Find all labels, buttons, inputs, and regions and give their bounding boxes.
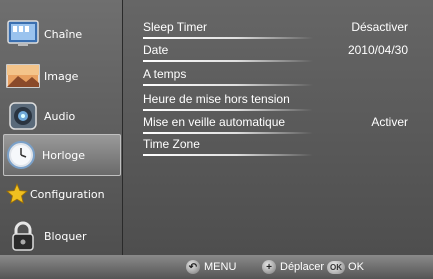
sidebar-item-label: Configuration [30,187,105,201]
tv-channel-icon [6,18,40,50]
sidebar-item-image[interactable]: Image [6,56,120,96]
star-icon [6,178,28,210]
ok-hint-label: OK [348,261,364,273]
sidebar-item-audio[interactable]: Audio [6,96,120,136]
clock-icon [4,139,38,171]
menu-row-label: Time Zone [143,137,200,151]
menu-row-date[interactable]: Date 2010/04/30 [143,40,408,62]
menu-row-label: Sleep Timer [143,20,208,34]
menu-hint: ↶ MENU [186,260,236,274]
sidebar-item-label: Bloquer [44,229,87,243]
sidebar-item-horloge[interactable]: Horloge [3,134,121,176]
back-arrow-icon: ↶ [186,260,200,274]
menu-row-value: Désactiver [351,20,408,34]
menu-row-value: Activer [371,115,408,129]
row-underline [143,154,313,156]
sidebar-item-label: Horloge [42,148,86,162]
clock-settings-panel: Sleep Timer Désactiver Date 2010/04/30 A… [123,0,433,255]
ok-button-icon: OK [327,260,346,274]
dpad-icon: + [262,260,276,274]
sidebar-item-label: Audio [44,109,76,123]
footer-hint-bar: ↶ MENU + Déplacer OK OK [0,255,433,279]
menu-row-label: Date [143,43,169,57]
row-underline [143,37,313,39]
speaker-icon [6,100,40,132]
tv-osd-menu: Chaîne Image Audio Horloge Configuration… [0,0,433,279]
menu-row-label: A temps [143,67,187,81]
menu-hint-label: MENU [204,261,237,273]
menu-row-value: 2010/04/30 [347,43,408,57]
move-hint: + Déplacer OK OK [262,260,364,274]
sidebar-item-label: Image [44,69,79,83]
row-underline [143,109,313,111]
menu-row-label: Mise en veille automatique [143,115,286,129]
sidebar-item-configuration[interactable]: Configuration [6,174,120,214]
menu-row-label: Heure de mise hors tension [143,92,290,106]
sidebar: Chaîne Image Audio Horloge Configuration… [0,0,123,255]
menu-row-sleep-timer[interactable]: Sleep Timer Désactiver [143,17,408,39]
sidebar-item-bloquer[interactable]: Bloquer [6,216,120,256]
row-underline [143,60,313,62]
menu-row-a-temps[interactable]: A temps [143,64,408,86]
sidebar-item-chaine[interactable]: Chaîne [6,14,120,54]
menu-row-mise-en-veille[interactable]: Mise en veille automatique Activer [143,112,408,134]
lock-icon [6,220,40,252]
picture-icon [6,60,40,92]
menu-row-heure-mise-hors-tension[interactable]: Heure de mise hors tension [143,89,408,111]
row-underline [143,84,313,86]
sidebar-item-label: Chaîne [44,27,83,41]
menu-row-time-zone[interactable]: Time Zone [143,134,408,156]
move-hint-label: Déplacer [280,261,325,273]
